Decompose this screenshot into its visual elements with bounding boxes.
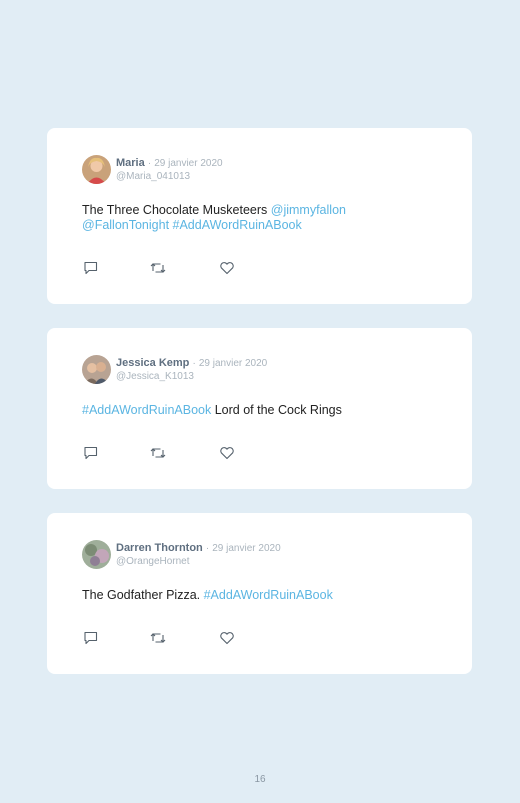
tweet-date[interactable]: 29 janvier 2020: [199, 358, 267, 369]
like-icon[interactable]: [219, 631, 235, 645]
tweet-text-plain: The Three Chocolate Musketeers: [82, 203, 271, 217]
tweet-card: Darren Thornton · 29 janvier 2020 @Orang…: [47, 513, 472, 674]
reply-icon[interactable]: [83, 631, 99, 645]
tweet-text: #AddAWordRuinABook Lord of the Cock Ring…: [82, 403, 422, 418]
tweet-header: Jessica Kemp · 29 janvier 2020 @Jessica_…: [116, 357, 267, 383]
tweet-text-plain: The Godfather Pizza.: [82, 588, 204, 602]
tweet-card: Jessica Kemp · 29 janvier 2020 @Jessica_…: [47, 328, 472, 489]
retweet-icon[interactable]: [150, 631, 166, 645]
author-handle[interactable]: @Jessica_K1013: [116, 370, 267, 383]
retweet-icon[interactable]: [150, 261, 166, 275]
tweet-text: The Godfather Pizza. #AddAWordRuinABook: [82, 588, 422, 603]
tweet-date[interactable]: 29 janvier 2020: [212, 543, 280, 554]
separator: ·: [147, 158, 152, 169]
tweet-text: The Three Chocolate Musketeers @jimmyfal…: [82, 203, 422, 233]
avatar[interactable]: [82, 155, 111, 184]
tweet-header: Maria · 29 janvier 2020 @Maria_041013: [116, 157, 223, 183]
tweet-header: Darren Thornton · 29 janvier 2020 @Orang…: [116, 542, 281, 568]
page-number: 16: [254, 774, 266, 785]
reply-icon[interactable]: [83, 261, 99, 275]
mention-hashtag-link[interactable]: @FallonTonight #AddAWordRuinABook: [82, 218, 302, 232]
mention-link[interactable]: @jimmyfallon: [271, 203, 346, 217]
tweet-text-plain: Lord of the Cock Rings: [211, 403, 342, 417]
author-name[interactable]: Jessica Kemp: [116, 357, 189, 369]
avatar[interactable]: [82, 540, 111, 569]
author-name[interactable]: Maria: [116, 157, 145, 169]
tweet-date[interactable]: 29 janvier 2020: [154, 158, 222, 169]
tweet-card: Maria · 29 janvier 2020 @Maria_041013 Th…: [47, 128, 472, 304]
author-handle[interactable]: @Maria_041013: [116, 170, 223, 183]
reply-icon[interactable]: [83, 446, 99, 460]
author-name[interactable]: Darren Thornton: [116, 542, 203, 554]
separator: ·: [205, 543, 210, 554]
hashtag-link[interactable]: #AddAWordRuinABook: [204, 588, 333, 602]
author-handle[interactable]: @OrangeHornet: [116, 555, 281, 568]
separator: ·: [192, 358, 196, 369]
retweet-icon[interactable]: [150, 446, 166, 460]
like-icon[interactable]: [219, 446, 235, 460]
avatar[interactable]: [82, 355, 111, 384]
hashtag-link[interactable]: #AddAWordRuinABook: [82, 403, 211, 417]
like-icon[interactable]: [219, 261, 235, 275]
